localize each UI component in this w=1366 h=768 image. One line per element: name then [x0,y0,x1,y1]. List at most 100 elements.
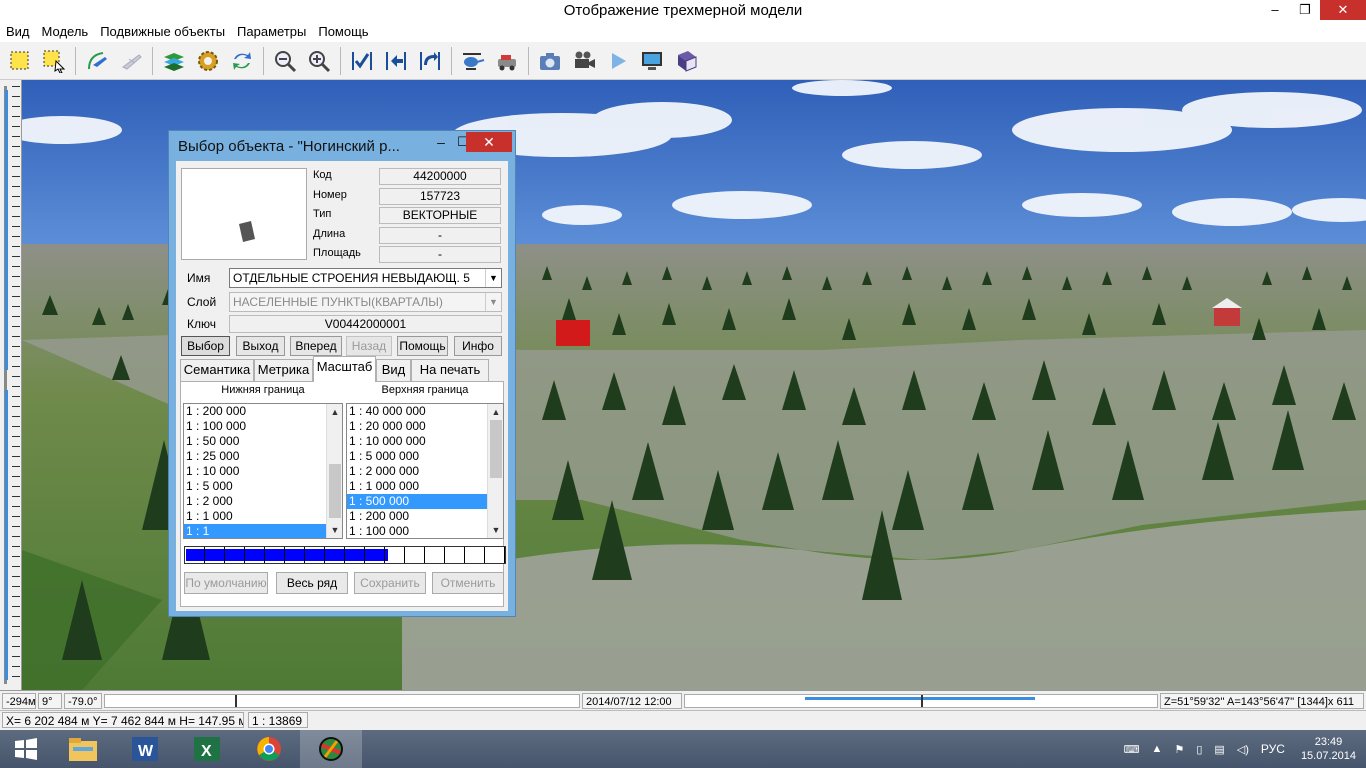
back-arrow-icon[interactable] [381,46,411,76]
zoom-out-icon[interactable] [270,46,300,76]
language-indicator[interactable]: РУС [1261,742,1285,756]
menu-help[interactable]: Помощь [312,22,374,42]
monitor-icon[interactable] [637,46,667,76]
list-item[interactable]: 1 : 5 000 [184,479,342,494]
upper-bound-list[interactable]: 1 : 40 000 000 1 : 20 000 000 1 : 10 000 0… [346,403,504,539]
playback-slider[interactable] [684,694,1158,708]
check-icon[interactable] [347,46,377,76]
list-item[interactable]: 1 : 1 [184,524,342,538]
plane-route-icon[interactable] [82,46,112,76]
word-icon[interactable]: W [114,730,176,768]
excel-icon[interactable]: X [176,730,238,768]
ruler-range-upper[interactable] [5,90,8,370]
list-item[interactable]: 1 : 10 000 000 [347,434,503,449]
tab-semantics[interactable]: Семантика [180,359,254,381]
list-item[interactable]: 1 : 200 000 [347,509,503,524]
menu-parameters[interactable]: Параметры [231,22,312,42]
camera-icon[interactable] [535,46,565,76]
scale-range-bar [184,546,506,564]
windows-start-icon[interactable] [0,730,52,768]
help-button[interactable]: Помощь [397,336,448,356]
tab-metrics[interactable]: Метрика [254,359,313,381]
settings-gear-icon[interactable] [193,46,223,76]
forward-button[interactable]: Вперед [290,336,342,356]
list-item[interactable]: 1 : 100 000 [184,419,342,434]
minimize-button[interactable]: – [1260,0,1290,20]
list-item[interactable]: 1 : 20 000 000 [347,419,503,434]
layers-icon[interactable] [159,46,189,76]
volume-icon[interactable]: ◁) [1237,743,1249,756]
save-button[interactable]: Сохранить [354,572,426,594]
vehicle-icon[interactable] [492,46,522,76]
clock[interactable]: 23:49 15.07.2014 [1301,735,1356,763]
tab-view[interactable]: Вид [376,359,411,381]
gis-app-icon[interactable] [300,730,362,768]
dialog-titlebar[interactable]: Выбор объекта - "Ногинский р... – ☐ ✕ [169,131,515,161]
book-icon[interactable] [671,46,701,76]
name-combo[interactable]: ОТДЕЛЬНЫЕ СТРОЕНИЯ НЕВЫДАЮЩ. 5 ▼ [229,268,502,288]
lower-bound-list[interactable]: 1 : 200 000 1 : 100 000 1 : 50 000 1 : 25 0… [183,403,343,539]
upper-list-scrollbar[interactable]: ▲ ▼ [487,404,503,538]
time-slider[interactable] [104,694,580,708]
list-item[interactable]: 1 : 200 000 [184,404,342,419]
list-item[interactable]: 1 : 500 000 [347,494,503,509]
menu-model[interactable]: Модель [36,22,95,42]
list-item[interactable]: 1 : 5 000 000 [347,449,503,464]
vertical-ruler[interactable] [0,80,22,690]
playback-slider-handle[interactable] [921,695,923,707]
tab-print[interactable]: На печать [411,359,489,381]
layer-combo[interactable]: НАСЕЛЕННЫЕ ПУНКТЫ(КВАРТАЛЫ) ▼ [229,292,502,312]
info-button[interactable]: Инфо [454,336,502,356]
refresh-icon[interactable] [227,46,257,76]
plane-icon[interactable] [116,46,146,76]
scroll-down-icon[interactable]: ▼ [327,522,342,538]
menu-view[interactable]: Вид [0,22,36,42]
list-item[interactable]: 1 : 1 000 000 [347,479,503,494]
list-item[interactable]: 1 : 2 000 [184,494,342,509]
list-item[interactable]: 1 : 40 000 000 [347,404,503,419]
time-slider-handle[interactable] [235,695,237,707]
file-explorer-icon[interactable] [52,730,114,768]
menu-moving-objects[interactable]: Подвижные объекты [94,22,231,42]
maximize-button[interactable]: ❐ [1290,0,1320,20]
chevron-down-icon[interactable]: ▼ [485,293,501,311]
exit-button[interactable]: Выход [236,336,285,356]
chrome-icon[interactable] [238,730,300,768]
rotate-icon[interactable] [415,46,445,76]
list-item[interactable]: 1 : 50 000 [184,434,342,449]
lower-list-scrollbar[interactable]: ▲ ▼ [326,404,342,538]
zoom-in-icon[interactable] [304,46,334,76]
select-rect-icon[interactable] [5,46,35,76]
network-icon[interactable]: ▤ [1214,743,1224,756]
dialog-close-button[interactable]: ✕ [466,132,512,152]
cancel-button[interactable]: Отменить [432,572,504,594]
battery-icon[interactable]: ▯ [1196,743,1202,756]
list-item[interactable]: 1 : 1 000 [184,509,342,524]
list-item[interactable]: 1 : 25 000 [184,449,342,464]
ruler-range-lower[interactable] [5,390,8,680]
tab-scale[interactable]: Масштаб [313,356,376,382]
whole-row-button[interactable]: Весь ряд [276,572,348,594]
scroll-up-icon[interactable]: ▲ [327,404,342,420]
list-item[interactable]: 1 : 10 000 [184,464,342,479]
select-cursor-icon[interactable] [39,46,69,76]
tray-expand-icon[interactable]: ▲ [1152,743,1163,755]
list-item[interactable]: 1 : 100 000 [347,524,503,538]
video-camera-icon[interactable] [569,46,599,76]
default-button[interactable]: По умолчанию [184,572,268,594]
dialog-minimize-button[interactable]: – [431,134,451,152]
chevron-down-icon[interactable]: ▼ [485,269,501,287]
helicopter-icon[interactable] [458,46,488,76]
toolbar-separator [152,46,153,75]
play-icon[interactable] [603,46,633,76]
close-button[interactable]: ✕ [1320,0,1366,20]
keyboard-icon[interactable]: ⌨ [1124,743,1140,756]
back-button[interactable]: Назад [346,336,392,356]
scroll-thumb[interactable] [329,464,341,518]
scroll-up-icon[interactable]: ▲ [488,404,503,420]
list-item[interactable]: 1 : 2 000 000 [347,464,503,479]
select-button[interactable]: Выбор [181,336,230,356]
scroll-thumb[interactable] [490,420,502,478]
scroll-down-icon[interactable]: ▼ [488,522,503,538]
flag-icon[interactable]: ⚑ [1174,743,1184,756]
